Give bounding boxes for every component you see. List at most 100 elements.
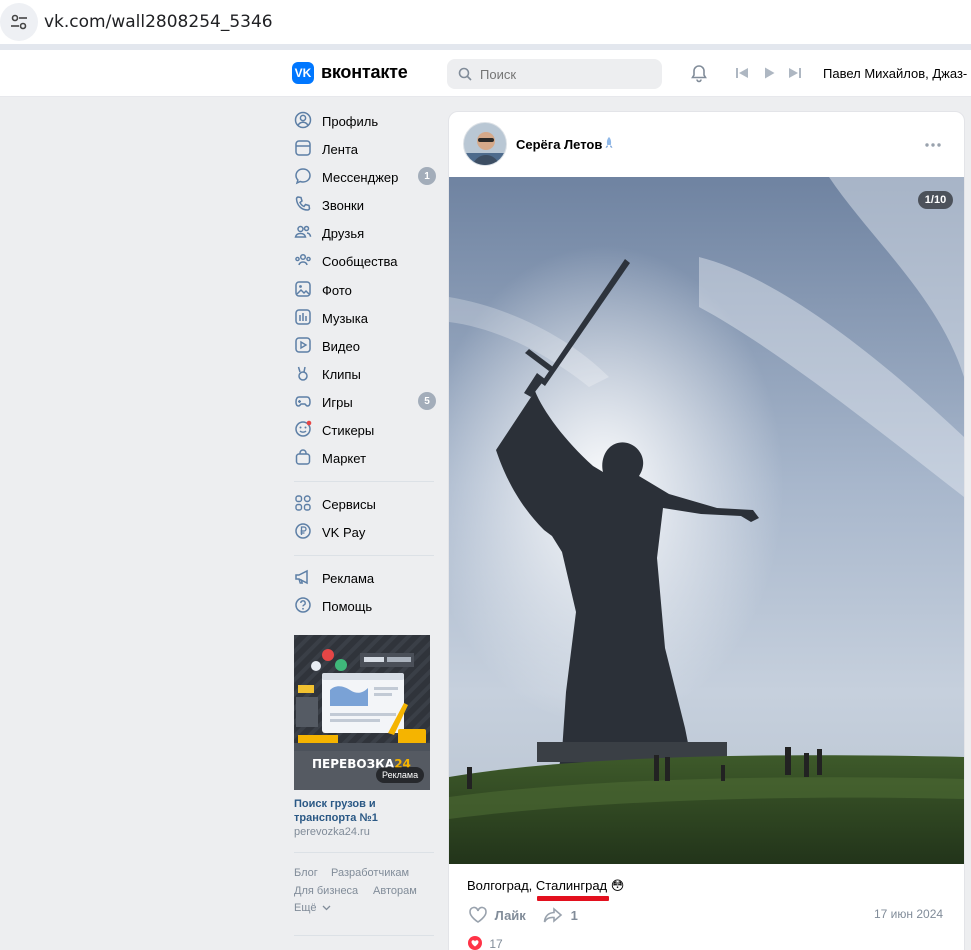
- nav-label: Стикеры: [322, 423, 375, 438]
- url-text[interactable]: vk.com/wall2808254_5346: [44, 12, 273, 32]
- heart-reaction-icon: [468, 936, 482, 950]
- footer-link-authors[interactable]: Авторам: [373, 885, 417, 897]
- like-label: Лайк: [494, 908, 526, 923]
- nav-label: Сообщества: [322, 254, 398, 269]
- nav-label: Помощь: [322, 599, 373, 614]
- reaction-count: 17: [489, 937, 503, 950]
- nav-label: Реклама: [322, 571, 375, 586]
- nav-label: Друзья: [322, 226, 365, 241]
- communities-icon: [295, 253, 311, 266]
- services-grid-icon: [295, 495, 311, 511]
- footer-link-blog[interactable]: Блог: [294, 867, 318, 879]
- post-date[interactable]: 17 июн 2024: [874, 907, 943, 921]
- search-input[interactable]: [480, 65, 650, 83]
- nav-item-photo[interactable]: Фото: [292, 277, 442, 301]
- next-track-icon[interactable]: [788, 66, 802, 80]
- now-playing-text[interactable]: Павел Михайлов, Джаз-: [823, 66, 967, 81]
- video-icon: [295, 337, 311, 353]
- site-settings-button[interactable]: [0, 3, 38, 41]
- nav-item-services[interactable]: Сервисы: [292, 491, 442, 515]
- post-caption: Волгоград, Сталинград 😳: [467, 878, 624, 894]
- ad-banner-image[interactable]: ПЕРЕВОЗКА24 Реклама: [294, 635, 430, 790]
- clips-icon: [297, 366, 308, 381]
- help-icon: [295, 597, 311, 613]
- nav-label: Видео: [322, 339, 360, 354]
- search-box[interactable]: [447, 59, 662, 89]
- nav-item-stickers[interactable]: Стикеры: [292, 417, 442, 441]
- avatar-photo: [464, 123, 506, 165]
- play-icon[interactable]: [762, 66, 776, 80]
- nav-label: Маркет: [322, 451, 367, 466]
- nav-item-friends[interactable]: Друзья: [292, 220, 442, 244]
- previous-track-icon[interactable]: [735, 66, 749, 80]
- nav-divider: [294, 935, 434, 936]
- nav-item-feed[interactable]: Лента: [292, 136, 442, 160]
- market-bag-icon: [295, 449, 311, 465]
- nav-label: VK Pay: [322, 525, 366, 540]
- nav-item-calls[interactable]: Звонки: [292, 192, 442, 216]
- photo-counter: 1/10: [918, 191, 953, 209]
- nav-item-profile[interactable]: Профиль: [292, 108, 442, 132]
- nav-item-communities[interactable]: Сообщества: [292, 248, 442, 272]
- nav-label: Лента: [322, 142, 358, 157]
- nav-label: Мессенджер: [322, 170, 399, 185]
- nav-label: Профиль: [322, 114, 379, 129]
- reactions-summary[interactable]: 17: [468, 936, 503, 950]
- sticker-icon: [295, 420, 312, 437]
- author-avatar[interactable]: [463, 122, 507, 166]
- vk-logo-icon[interactable]: VK: [292, 62, 314, 84]
- nav-label: Игры: [322, 395, 353, 410]
- nav-item-messenger[interactable]: Мессенджер 1: [292, 164, 442, 188]
- newsfeed-icon: [295, 140, 311, 156]
- nav-item-vkpay[interactable]: VK Pay: [292, 519, 442, 543]
- user-circle-icon: [294, 111, 312, 129]
- nav-label: Звонки: [322, 198, 364, 213]
- post-author-name[interactable]: Серёга Летов: [516, 137, 602, 152]
- share-count: 1: [570, 908, 578, 923]
- rocket-icon: [605, 137, 613, 148]
- megaphone-icon: [295, 569, 308, 585]
- bell-icon[interactable]: [689, 63, 709, 83]
- nav-item-help[interactable]: Помощь: [292, 593, 442, 617]
- gamepad-icon: [295, 396, 311, 407]
- nav-divider: [294, 852, 434, 853]
- ad-title[interactable]: Поиск грузов и транспорта №1: [294, 797, 430, 825]
- ad-url[interactable]: perevozka24.ru: [294, 826, 370, 838]
- nav-item-clips[interactable]: Клипы: [292, 361, 442, 385]
- games-badge: 5: [418, 392, 436, 410]
- motherland-statue-photo: [449, 177, 964, 864]
- vk-logo-text[interactable]: вконтакте: [321, 62, 408, 83]
- share-button[interactable]: 1: [543, 906, 578, 924]
- browser-address-bar: vk.com/wall2808254_5346: [0, 0, 971, 44]
- heart-outline-icon: [469, 906, 487, 923]
- like-button[interactable]: Лайк: [468, 906, 526, 924]
- share-arrow-icon: [543, 907, 563, 923]
- post-photo[interactable]: [449, 177, 964, 864]
- phone-icon: [295, 196, 311, 211]
- friends-icon: [294, 225, 312, 238]
- nav-label: Фото: [322, 283, 352, 298]
- footer-link-business[interactable]: Для бизнеса: [294, 885, 358, 897]
- photo-icon: [295, 281, 311, 297]
- red-underline-annotation: [537, 896, 609, 901]
- message-icon: [295, 168, 311, 185]
- footer-more-link[interactable]: Ещё: [294, 902, 331, 914]
- footer-link-developers[interactable]: Разработчикам: [331, 867, 409, 879]
- tune-icon: [11, 14, 27, 30]
- nav-item-games[interactable]: Игры 5: [292, 389, 442, 413]
- nav-label: Музыка: [322, 311, 368, 326]
- caption-link[interactable]: Сталинград: [536, 878, 607, 893]
- chevron-down-icon: [322, 905, 331, 911]
- nav-item-video[interactable]: Видео: [292, 333, 442, 357]
- search-icon: [458, 67, 472, 81]
- music-icon: [295, 309, 311, 325]
- nav-item-music[interactable]: Музыка: [292, 305, 442, 329]
- nav-divider: [294, 555, 434, 556]
- more-options-icon[interactable]: [924, 141, 942, 149]
- nav-label: Сервисы: [322, 497, 376, 512]
- nav-item-ads[interactable]: Реклама: [292, 565, 442, 589]
- vkpay-icon: [295, 523, 311, 539]
- nav-item-market[interactable]: Маркет: [292, 445, 442, 469]
- footer-more-text: Ещё: [294, 902, 317, 914]
- caption-emoji: 😳: [610, 878, 625, 893]
